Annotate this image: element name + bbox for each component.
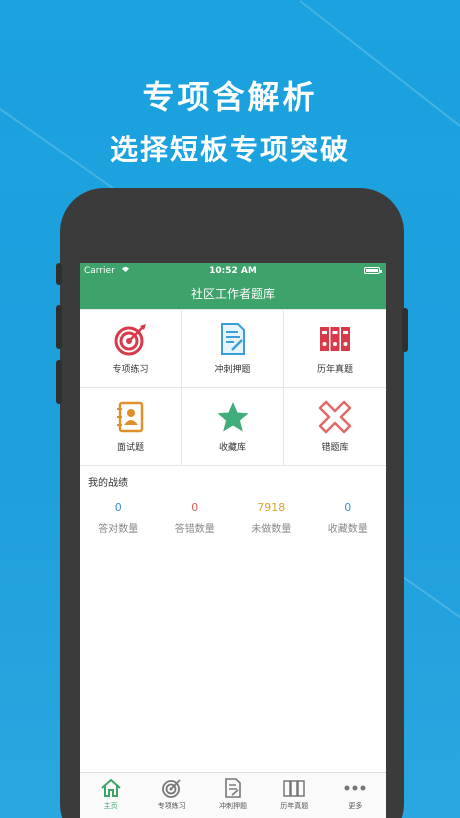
stat-value: 0 xyxy=(191,501,199,514)
stat-value: 7918 xyxy=(257,501,286,514)
grid-item-topic-practice[interactable]: 专项练习 xyxy=(80,310,182,388)
grid-item-label: 面试题 xyxy=(116,443,144,453)
document-edit-icon xyxy=(222,777,244,799)
cross-icon xyxy=(318,400,352,434)
binders-icon xyxy=(283,777,305,799)
tab-past-exams[interactable]: 历年真题 xyxy=(264,773,325,818)
stat-value: 0 xyxy=(344,501,352,514)
tab-label: 历年真题 xyxy=(280,802,309,810)
app-screen: Carrier 10:52 AM 社区工作者题库 专项练习 冲刺押题 历年真题 … xyxy=(80,263,386,818)
tab-topic-practice[interactable]: 专项练习 xyxy=(141,773,202,818)
more-dots-icon xyxy=(344,777,366,799)
tab-label: 冲刺押题 xyxy=(219,802,247,810)
grid-item-sprint-questions[interactable]: 冲刺押题 xyxy=(182,310,284,388)
grid-item-label: 专项练习 xyxy=(112,365,149,375)
feature-grid: 专项练习 冲刺押题 历年真题 面试题 收藏库 错题库 xyxy=(80,309,386,466)
headline-title: 专项含解析 xyxy=(142,78,318,116)
target-icon xyxy=(161,777,183,799)
grid-item-mistakes[interactable]: 错题库 xyxy=(284,388,386,466)
phone-side-button xyxy=(56,305,62,349)
stat-label: 答对数量 xyxy=(98,524,139,535)
target-icon xyxy=(114,322,148,356)
grid-item-label: 历年真题 xyxy=(316,365,353,375)
phone-side-button xyxy=(56,360,62,404)
tab-sprint-questions[interactable]: 冲刺押题 xyxy=(202,773,263,818)
grid-item-favorites[interactable]: 收藏库 xyxy=(182,388,284,466)
tab-more[interactable]: 更多 xyxy=(325,773,386,818)
home-icon xyxy=(100,777,122,799)
headline-subtitle: 选择短板专项突破 xyxy=(109,133,350,166)
grid-item-label: 错题库 xyxy=(321,443,349,453)
battery-icon xyxy=(364,267,382,274)
tab-label: 专项练习 xyxy=(157,802,186,810)
stat-label: 答错数量 xyxy=(174,524,215,535)
tab-label: 主页 xyxy=(103,802,118,810)
tab-bar: 主页 专项练习 冲刺押题 历年真题 更多 xyxy=(80,772,386,818)
grid-item-past-exams[interactable]: 历年真题 xyxy=(284,310,386,388)
stat-label: 未做数量 xyxy=(251,524,292,535)
binders-icon xyxy=(318,322,352,356)
status-bar: Carrier 10:52 AM xyxy=(80,263,386,279)
status-time: 10:52 AM xyxy=(209,266,257,276)
grid-item-label: 收藏库 xyxy=(218,443,246,453)
grid-item-interview[interactable]: 面试题 xyxy=(80,388,182,466)
phone-power-button xyxy=(402,308,408,352)
stats-row: 0 答对数量 0 答错数量 7918 未做数量 0 收藏数量 xyxy=(80,501,386,535)
document-edit-icon xyxy=(216,322,250,356)
contact-book-icon xyxy=(114,400,148,434)
star-icon xyxy=(216,400,250,434)
stat-value: 0 xyxy=(114,501,122,514)
stat-wrong: 0 答错数量 xyxy=(157,501,234,535)
tab-home[interactable]: 主页 xyxy=(80,773,141,818)
stat-correct: 0 答对数量 xyxy=(80,501,157,535)
phone-side-button xyxy=(56,263,62,285)
stat-undone: 7918 未做数量 xyxy=(233,501,310,535)
stat-label: 收藏数量 xyxy=(327,524,368,535)
stats-title: 我的战绩 xyxy=(88,478,128,489)
stat-favorites: 0 收藏数量 xyxy=(310,501,387,535)
grid-item-label: 冲刺押题 xyxy=(214,365,251,375)
page-title: 社区工作者题库 xyxy=(80,279,386,309)
tab-label: 更多 xyxy=(348,802,363,810)
